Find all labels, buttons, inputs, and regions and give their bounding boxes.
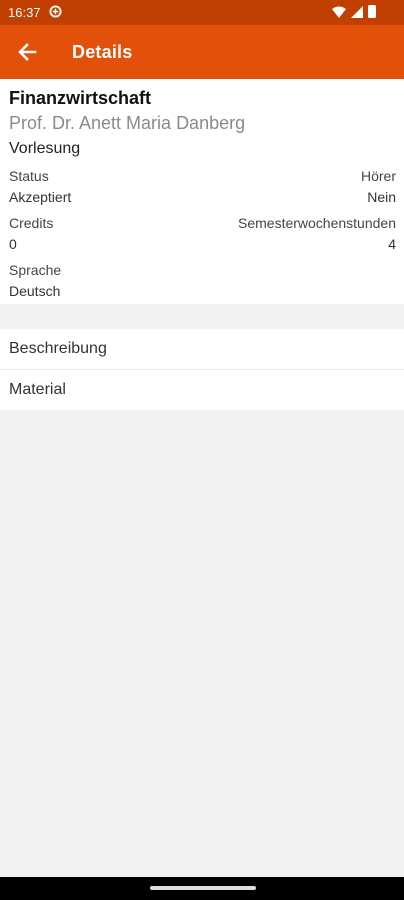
list-item-material[interactable]: Material: [0, 370, 404, 410]
status-value: Akzeptiert: [9, 189, 72, 205]
battery-icon: [368, 5, 376, 18]
course-details-card: Finanzwirtschaft Prof. Dr. Anett Maria D…: [0, 79, 404, 304]
app-bar: Details: [0, 25, 404, 79]
lecturer-name: Prof. Dr. Anett Maria Danberg: [9, 113, 246, 133]
status-label: Status: [9, 168, 49, 184]
navigation-bar: [0, 877, 404, 900]
credits-label: Credits: [9, 215, 54, 231]
wifi-icon: [332, 6, 346, 18]
sws-label: Semesterwochenstunden: [238, 215, 396, 231]
list-divider: [0, 369, 404, 370]
sws-value: 4: [388, 236, 396, 252]
hoerer-label: Hörer: [360, 168, 396, 184]
signal-icon: [351, 6, 363, 18]
status-time: 16:37: [8, 5, 41, 20]
page-title: Details: [72, 42, 133, 62]
list-item-beschreibung[interactable]: Beschreibung: [0, 329, 404, 369]
credits-value: 0: [9, 236, 17, 252]
hoerer-value: Nein: [367, 189, 396, 205]
home-gesture-handle[interactable]: [150, 886, 256, 890]
back-button[interactable]: [10, 35, 44, 69]
sprache-value: Deutsch: [9, 283, 61, 299]
sprache-label: Sprache: [9, 262, 62, 278]
vpn-icon: [49, 5, 62, 18]
arrow-left-icon: [18, 43, 37, 61]
course-title: Finanzwirtschaft: [9, 88, 152, 108]
course-type: Vorlesung: [9, 140, 81, 157]
status-bar: 16:37: [0, 0, 404, 25]
